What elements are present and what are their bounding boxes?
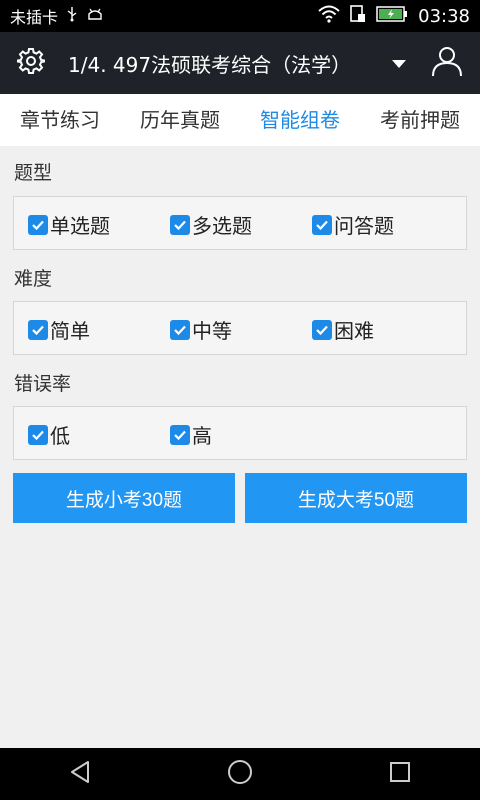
tab-smart-paper[interactable]: 智能组卷 <box>256 94 344 146</box>
checkbox-multiple-choice[interactable]: 多选题 <box>170 210 252 239</box>
user-button[interactable] <box>414 32 480 94</box>
checkbox-essay[interactable]: 问答题 <box>312 210 394 239</box>
generate-big-exam-button[interactable]: 生成大考50题 <box>245 473 467 523</box>
wifi-icon <box>318 5 340 27</box>
carrier-text: 未插卡 <box>10 8 59 27</box>
checkbox-low[interactable]: 低 <box>28 420 70 449</box>
sim-icon <box>350 5 366 27</box>
checkbox-label: 低 <box>50 424 70 448</box>
gear-icon <box>16 47 46 79</box>
back-button[interactable] <box>50 748 110 800</box>
checkbox-medium[interactable]: 中等 <box>170 315 232 344</box>
tab-past-exams[interactable]: 历年真题 <box>136 94 224 146</box>
checkbox-single-choice[interactable]: 单选题 <box>28 210 110 239</box>
checkbox-label: 高 <box>192 424 212 448</box>
checkbox-checked-icon <box>170 214 190 235</box>
tab-predicted-questions[interactable]: 考前押题 <box>376 94 464 146</box>
error-rate-options-box: 低 高 <box>13 406 467 460</box>
checkbox-label: 中等 <box>192 319 232 343</box>
tab-bar: 章节练习 历年真题 智能组卷 考前押题 <box>0 94 480 146</box>
checkbox-checked-icon <box>312 214 332 235</box>
usb-icon <box>66 6 78 26</box>
caret-down-icon <box>392 54 406 73</box>
section-title-error-rate: 错误率 <box>14 373 72 395</box>
system-nav-bar <box>0 748 480 800</box>
app-header: 1/4. 497法硕联考综合（法学） <box>0 32 480 94</box>
recent-apps-button[interactable] <box>370 748 430 800</box>
checkbox-label: 问答题 <box>334 214 394 238</box>
checkbox-checked-icon <box>170 424 190 445</box>
checkbox-checked-icon <box>28 214 48 235</box>
user-icon <box>431 45 463 81</box>
status-bar: 未插卡 03:38 <box>0 0 480 32</box>
checkbox-label: 单选题 <box>50 214 110 238</box>
android-debug-icon <box>86 6 104 26</box>
difficulty-options-box: 简单 中等 困难 <box>13 301 467 355</box>
type-options-box: 单选题 多选题 问答题 <box>13 196 467 250</box>
clock: 03:38 <box>418 5 470 27</box>
checkbox-checked-icon <box>28 319 48 340</box>
checkbox-label: 多选题 <box>192 214 252 238</box>
home-circle-icon <box>227 759 253 789</box>
checkbox-high[interactable]: 高 <box>170 420 212 449</box>
section-title-difficulty: 难度 <box>14 268 53 290</box>
tab-chapter-practice[interactable]: 章节练习 <box>16 94 104 146</box>
home-button[interactable] <box>210 748 270 800</box>
checkbox-label: 困难 <box>334 319 374 343</box>
checkbox-checked-icon <box>170 319 190 340</box>
settings-button[interactable] <box>0 32 62 94</box>
recent-square-icon <box>389 761 411 787</box>
generate-small-exam-button[interactable]: 生成小考30题 <box>13 473 235 523</box>
checkbox-checked-icon <box>28 424 48 445</box>
subject-title[interactable]: 1/4. 497法硕联考综合（法学） <box>62 49 384 78</box>
checkbox-easy[interactable]: 简单 <box>28 315 90 344</box>
back-triangle-icon <box>68 760 92 788</box>
checkbox-label: 简单 <box>50 319 90 343</box>
checkbox-checked-icon <box>312 319 332 340</box>
checkbox-hard[interactable]: 困难 <box>312 315 374 344</box>
section-title-type: 题型 <box>14 162 53 184</box>
battery-icon <box>376 6 408 26</box>
subject-dropdown[interactable] <box>384 54 414 73</box>
